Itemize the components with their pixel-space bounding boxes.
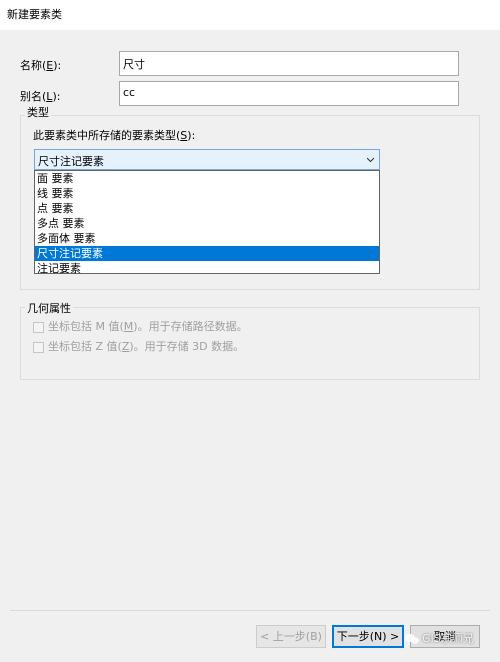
z-values-label: 坐标包括 Z 值(Z)。用于存储 3D 数据。 — [48, 340, 245, 353]
feature-type-prompt: 此要素类中所存储的要素类型(S): — [33, 129, 196, 142]
back-button[interactable]: < 上一步(B) — [256, 625, 326, 648]
dropdown-option-multipoint[interactable]: 多点 要素 — [35, 216, 379, 231]
z-values-option[interactable]: 坐标包括 Z 值(Z)。用于存储 3D 数据。 — [33, 338, 245, 353]
next-button[interactable]: 下一步(N) > — [332, 625, 404, 648]
name-label: 名称(E): — [20, 59, 62, 72]
feature-type-selected-value: 尺寸注记要素 — [38, 155, 104, 168]
alias-label: 别名(L): — [20, 90, 61, 103]
footer-divider — [10, 610, 490, 611]
feature-type-dropdown-list[interactable]: 面 要素 线 要素 点 要素 多点 要素 多面体 要素 尺寸注记要素 注记要素 — [34, 170, 380, 276]
dropdown-option-polygon[interactable]: 面 要素 — [35, 171, 379, 186]
dropdown-option-line[interactable]: 线 要素 — [35, 186, 379, 201]
dropdown-option-multipatch[interactable]: 多面体 要素 — [35, 231, 379, 246]
geometry-group-title: 几何属性 — [25, 300, 73, 316]
chevron-down-icon — [367, 157, 374, 163]
alias-input[interactable]: cc — [119, 81, 459, 106]
watermark: GIS宗师兄 — [405, 630, 474, 646]
m-values-option[interactable]: 坐标包括 M 值(M)。用于存储路径数据。 — [33, 318, 248, 333]
name-input[interactable]: 尺寸 — [119, 51, 459, 76]
type-group-title: 类型 — [25, 104, 51, 120]
dropdown-option-annotation[interactable]: 注记要素 — [35, 261, 379, 276]
wechat-icon — [405, 634, 419, 644]
z-values-checkbox[interactable] — [33, 341, 44, 353]
feature-type-combobox[interactable]: 尺寸注记要素 — [34, 149, 380, 170]
watermark-text: GIS宗师兄 — [422, 632, 474, 645]
window-title: 新建要素类 — [7, 8, 62, 21]
dropdown-option-dimension[interactable]: 尺寸注记要素 — [35, 246, 379, 261]
title-bar: 新建要素类 — [0, 0, 500, 30]
m-values-checkbox[interactable] — [33, 321, 44, 333]
m-values-label: 坐标包括 M 值(M)。用于存储路径数据。 — [48, 320, 248, 333]
dropdown-option-point[interactable]: 点 要素 — [35, 201, 379, 216]
